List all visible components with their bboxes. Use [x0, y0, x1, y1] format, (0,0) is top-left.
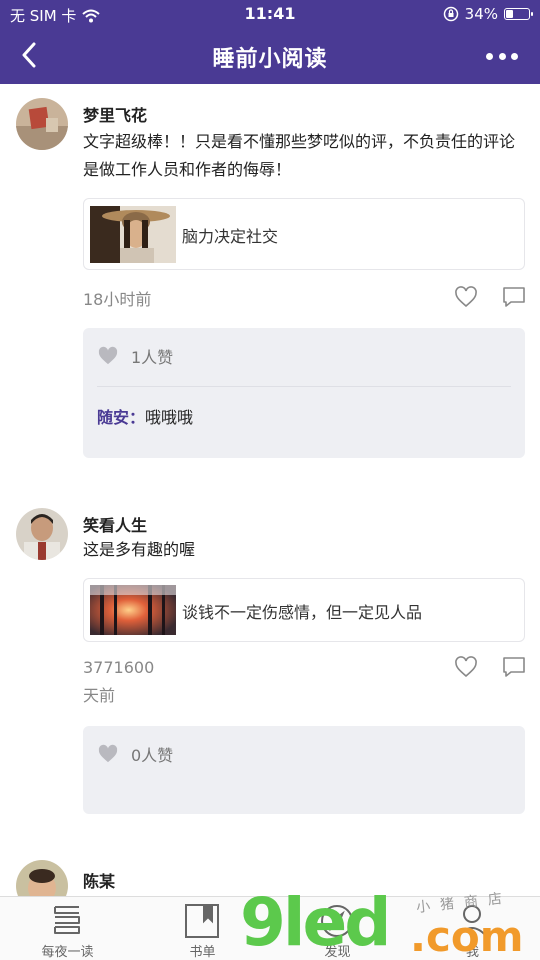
likes-count: 0人赞: [131, 746, 174, 765]
likes-count: 1人赞: [131, 348, 174, 367]
more-button[interactable]: [486, 44, 518, 68]
comment-bubble-icon: [503, 287, 525, 307]
reply-item[interactable]: 随安：哦哦哦: [97, 404, 193, 428]
person-icon: [456, 905, 488, 938]
reading-icon: [54, 906, 80, 934]
bookmark-book-icon: [185, 904, 219, 938]
page-title: 睡前小阅读: [212, 47, 328, 72]
comment-time-line: 天前: [83, 686, 116, 705]
article-thumbnail: [90, 585, 176, 635]
heart-outline-icon: [455, 656, 477, 678]
nav-bar: 睡前小阅读: [0, 28, 540, 84]
reply-username[interactable]: 随安：: [97, 408, 145, 427]
comment-time: 3771600 天前: [83, 654, 203, 710]
battery-percent: 34%: [464, 5, 498, 23]
more-dot-icon: [511, 52, 518, 60]
avatar[interactable]: [16, 860, 68, 896]
comment-time: 18小时前: [83, 290, 152, 309]
likes-row: 0人赞: [97, 742, 173, 766]
heart-filled-icon: [98, 346, 118, 365]
reply-button[interactable]: [502, 656, 528, 680]
tab-label: 我: [465, 945, 479, 960]
like-button[interactable]: [454, 286, 480, 310]
reply-text: 哦哦哦: [145, 408, 194, 427]
comment-text: 文字超级棒！！只是看不懂那些梦呓似的评，不负责任的评论是做工作人员和作者的侮辱！: [83, 132, 516, 179]
avatar-image: [16, 508, 68, 560]
comment-text: 这是多有趣的喔: [83, 540, 196, 559]
tab-label: 每夜一读: [41, 945, 94, 960]
avatar[interactable]: [16, 508, 68, 560]
likes-row: 1人赞: [97, 344, 173, 368]
divider: [97, 386, 511, 387]
battery-icon: [504, 8, 533, 20]
more-dot-icon: [486, 52, 493, 60]
heart-outline-icon: [455, 286, 477, 308]
heart-filled-icon: [98, 744, 118, 763]
comment-item: 笑看人生 这是多有趣的喔 谈钱不一定伤感情，但一定见人品 3771600 天前 …: [0, 494, 540, 824]
likes-and-replies-panel: 1人赞 随安：哦哦哦: [83, 328, 525, 458]
comment-time-line: 3771600: [83, 658, 155, 677]
comment-feed[interactable]: 梦里飞花 文字超级棒！！只是看不懂那些梦呓似的评，不负责任的评论是做工作人员和作…: [0, 84, 540, 896]
reply-button[interactable]: [502, 286, 528, 310]
tab-discover[interactable]: 发现: [270, 897, 405, 960]
tab-nightly-read[interactable]: 每夜一读: [0, 897, 135, 960]
tab-label: 书单: [189, 945, 216, 960]
article-title: 脑力决定社交: [182, 227, 279, 246]
comment-username[interactable]: 梦里飞花: [83, 102, 147, 126]
compass-icon: [321, 905, 353, 937]
linked-article-card[interactable]: 脑力决定社交: [83, 198, 525, 270]
more-dot-icon: [498, 52, 506, 60]
comment-item: 梦里飞花 文字超级棒！！只是看不懂那些梦呓似的评，不负责任的评论是做工作人员和作…: [0, 84, 540, 464]
comment-username[interactable]: 陈某: [83, 868, 115, 892]
tab-label: 发现: [324, 945, 351, 960]
avatar-image: [16, 98, 68, 150]
comment-item: 陈某: [0, 854, 540, 896]
likes-and-replies-panel: 0人赞: [83, 726, 525, 814]
avatar-image: [16, 860, 68, 896]
avatar[interactable]: [16, 98, 68, 150]
like-button[interactable]: [454, 656, 480, 680]
bottom-tab-bar: 每夜一读 书单 发现 我: [0, 896, 540, 960]
article-title: 谈钱不一定伤感情，但一定见人品: [182, 603, 423, 622]
article-thumbnail: [90, 206, 176, 263]
tab-me[interactable]: 我: [405, 897, 540, 960]
comment-bubble-icon: [503, 657, 525, 677]
battery-fill: [506, 10, 513, 18]
linked-article-card[interactable]: 谈钱不一定伤感情，但一定见人品: [83, 578, 525, 642]
comment-username[interactable]: 笑看人生: [83, 512, 147, 536]
rotation-lock-icon: [443, 6, 458, 22]
status-right: 34%: [443, 5, 533, 23]
status-bar: 无 SIM 卡 11:41 34%: [0, 0, 540, 28]
tab-booklist[interactable]: 书单: [135, 897, 270, 960]
